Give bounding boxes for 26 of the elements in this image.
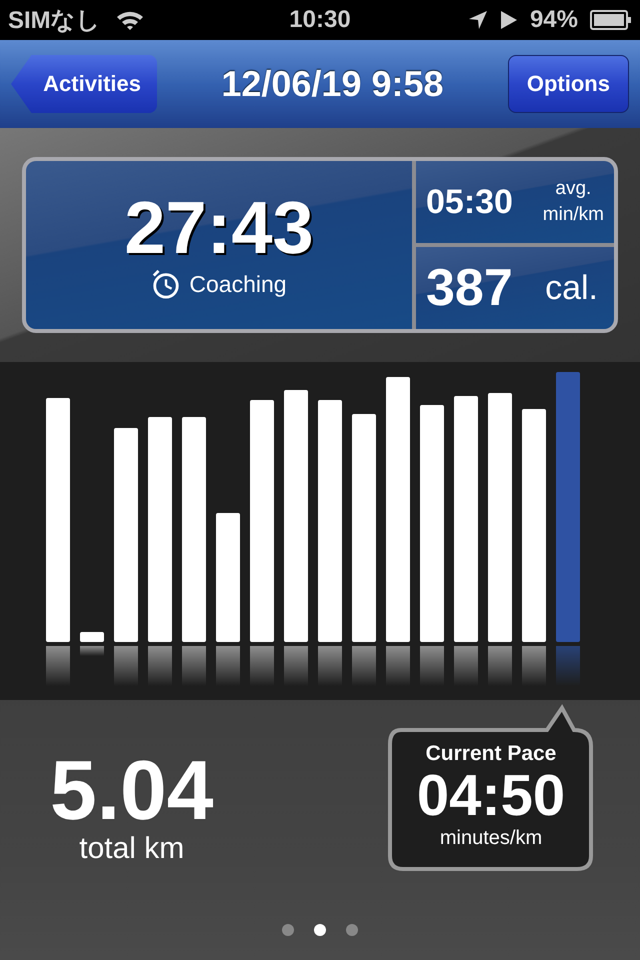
battery-percent: 94% <box>530 6 578 34</box>
back-button[interactable]: Activities <box>11 55 157 113</box>
total-distance: 5.04 <box>50 748 214 832</box>
workout-date-title: 12/06/19 9:58 <box>221 63 444 105</box>
page-dot[interactable] <box>314 924 326 936</box>
page-dot[interactable] <box>346 924 358 936</box>
play-icon <box>500 10 518 30</box>
stopwatch-icon <box>151 269 182 299</box>
current-pace-unit: minutes/km <box>440 826 542 850</box>
battery-icon <box>590 10 632 30</box>
distance-unit: total km <box>79 832 184 866</box>
wifi-icon <box>114 9 145 31</box>
calories-value: 387 <box>426 258 513 318</box>
current-pace-label: Current Pace <box>426 742 556 766</box>
avg-label: avg. <box>555 177 592 202</box>
page-dot[interactable] <box>282 924 294 936</box>
current-pace-value: 04:50 <box>416 766 566 827</box>
location-icon <box>468 10 488 30</box>
carrier-name: SIMなし <box>8 6 101 36</box>
options-button[interactable]: Options <box>508 55 629 113</box>
elapsed-time: 27:43 <box>124 191 314 265</box>
pace-unit: min/km <box>542 203 604 227</box>
coaching-label: Coaching <box>189 270 287 298</box>
clock-time: 10:30 <box>289 6 351 34</box>
calories-unit: cal. <box>545 268 598 308</box>
average-pace: 05:30 <box>426 182 513 222</box>
